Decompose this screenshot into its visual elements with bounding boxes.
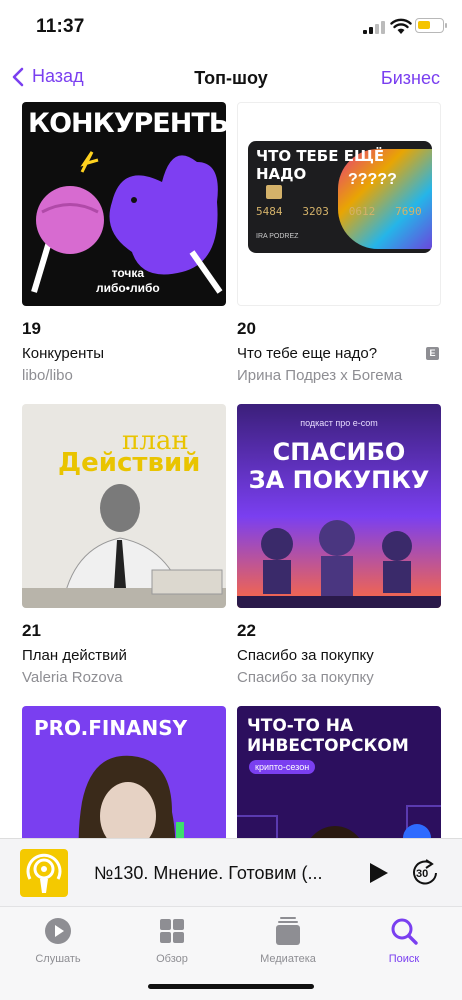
show-rank: 22	[237, 621, 256, 640]
show-artwork: план Действий	[22, 404, 226, 608]
show-author: libo/libo	[22, 367, 73, 384]
cellular-signal-icon	[363, 21, 385, 34]
artwork-photo	[78, 755, 184, 838]
show-artwork: PRO.FINANSY	[22, 706, 226, 838]
artwork-question-marks: ?????	[348, 171, 397, 188]
artwork-top-label: подкаст про e-com	[300, 418, 378, 428]
show-card[interactable]: ЧТО ТЕБЕ ЕЩЁ НАДО ????? 5484 3203 0612 7…	[237, 102, 441, 384]
podcast-logo-icon	[26, 853, 62, 893]
mini-player[interactable]: №130. Мнение. Готовим (... 30	[0, 838, 462, 906]
show-author: Valeria Rozova	[22, 669, 123, 686]
search-icon	[389, 917, 419, 945]
show-name-text: План действий	[22, 647, 127, 664]
explicit-badge: E	[426, 347, 439, 360]
show-author: Ирина Подрез х Богема	[237, 367, 403, 384]
artwork-illustration	[237, 805, 441, 838]
show-name-text: Спасибо за покупку	[237, 647, 374, 664]
status-bar: 11:37	[0, 0, 462, 56]
show-name-text: Конкуренты	[22, 345, 105, 362]
show-artwork: подкаст про e-com СПАСИБО ЗА ПОКУПКУ	[237, 404, 441, 608]
artwork-title-line2: ЗА ПОКУПКУ	[248, 466, 430, 494]
status-time: 11:37	[36, 16, 85, 37]
tab-label: Медиатека	[260, 953, 316, 965]
tab-browse[interactable]: Обзор	[132, 917, 212, 965]
artwork-title: КОНКУРЕНТЫ	[28, 108, 226, 139]
show-card[interactable]: план Действий 21 План действий Valeria R…	[22, 404, 226, 686]
artwork-badge: крипто-сезон	[249, 760, 316, 774]
show-card[interactable]: КОНКУРЕНТЫ точка либо•либо 19 Конкуренты…	[22, 102, 226, 384]
artwork-title-line2: ИНВЕСТОРСКОМ	[247, 736, 409, 756]
play-icon[interactable]	[368, 861, 390, 885]
tab-label: Поиск	[388, 953, 420, 965]
artwork-title: ЧТО ТЕБЕ ЕЩЁ НАДО	[256, 147, 385, 183]
show-rank: 19	[22, 319, 41, 338]
show-rank: 21	[22, 621, 41, 640]
show-name: План действий	[22, 647, 226, 664]
show-card[interactable]: PRO.FINANSY	[22, 706, 226, 838]
tab-label: Слушать	[35, 953, 81, 965]
show-name: Спасибо за покупку	[237, 647, 441, 664]
navigation-bar: Назад Топ-шоу Бизнес	[0, 56, 462, 102]
tab-listen[interactable]: Слушать	[18, 917, 98, 965]
library-icon	[273, 917, 303, 945]
artwork-card: ЧТО ТЕБЕ ЕЩЁ НАДО ????? 5484 3203 0612 7…	[248, 141, 432, 253]
artwork-title: PRO.FINANSY	[34, 716, 188, 740]
now-playing-title: №130. Мнение. Готовим (...	[94, 863, 323, 883]
tab-label: Обзор	[156, 953, 188, 965]
category-button[interactable]: Бизнес	[381, 68, 440, 89]
home-indicator	[148, 984, 314, 989]
show-name-text: Что тебе еще надо?	[237, 345, 378, 362]
show-name: Что тебе еще надо? E	[237, 345, 441, 362]
show-rank: 20	[237, 319, 256, 338]
skip-seconds-label: 30	[416, 868, 429, 880]
tab-search[interactable]: Поиск	[364, 917, 444, 965]
show-artwork: ЧТО ТЕБЕ ЕЩЁ НАДО ????? 5484 3203 0612 7…	[237, 102, 441, 306]
now-playing-artwork	[20, 849, 68, 897]
show-name: Конкуренты	[22, 345, 226, 362]
show-artwork: ЧТО-ТО НА ИНВЕСТОРСКОМ крипто-сезон	[237, 706, 441, 838]
artwork-title-line1: ЧТО-ТО НА	[247, 716, 354, 736]
show-card[interactable]: ЧТО-ТО НА ИНВЕСТОРСКОМ крипто-сезон	[237, 706, 441, 838]
show-card[interactable]: подкаст про e-com СПАСИБО ЗА ПОКУПКУ 22 …	[237, 404, 441, 686]
artwork-photo	[22, 484, 226, 608]
show-artwork: КОНКУРЕНТЫ точка либо•либо	[22, 102, 226, 306]
show-author: Спасибо за покупку	[237, 669, 374, 686]
artwork-title-line2: Действий	[58, 448, 201, 478]
chip-icon	[266, 185, 282, 199]
artwork-card-name: IRA PODREZ	[256, 233, 299, 240]
play-circle-icon	[43, 917, 73, 945]
skip-forward-button[interactable]: 30	[410, 857, 440, 889]
top-shows-grid: КОНКУРЕНТЫ точка либо•либо 19 Конкуренты…	[0, 102, 462, 838]
battery-icon	[415, 18, 447, 33]
grid-icon	[157, 917, 187, 945]
tab-library[interactable]: Медиатека	[248, 917, 328, 965]
artwork-illustration	[237, 520, 441, 608]
artwork-title-line1: СПАСИБО	[272, 438, 406, 466]
artwork-card-number: 5484 3203 0612 7690	[256, 205, 422, 218]
artwork-subtitle: точка либо•либо	[96, 266, 160, 295]
wifi-icon	[390, 18, 412, 34]
